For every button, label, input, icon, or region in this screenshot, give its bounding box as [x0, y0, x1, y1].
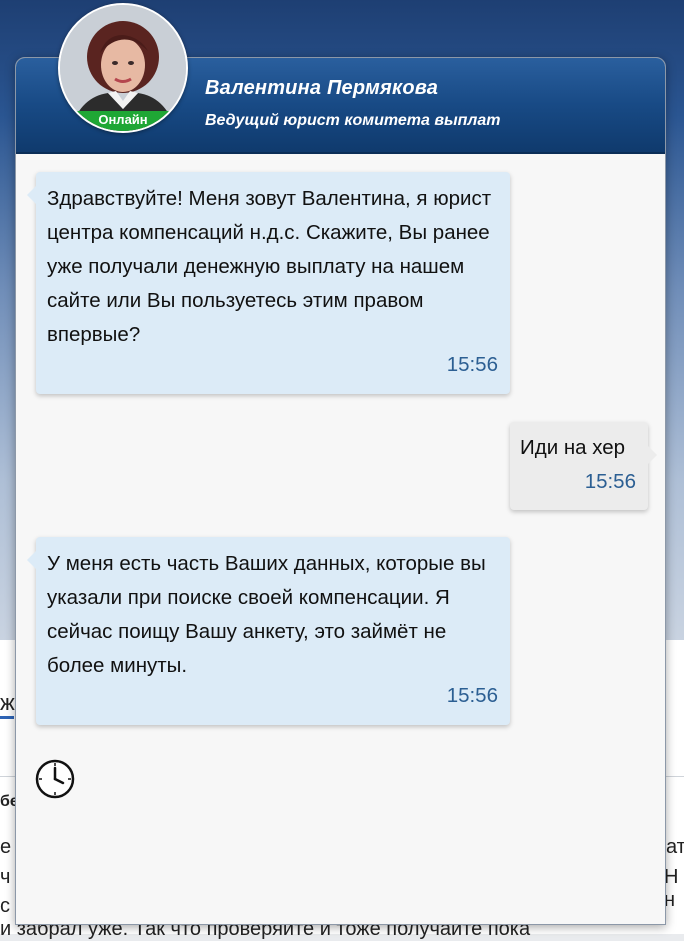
message-timestamp: 15:56: [446, 684, 498, 707]
message-text: Здравствуйте! Меня зовут Валентина, я юр…: [47, 187, 492, 346]
background-tab-underline: [0, 716, 14, 719]
chat-window: Валентина Пермякова Ведущий юрист комите…: [15, 57, 666, 925]
message-incoming: У меня есть часть Ваших данных, которые …: [27, 537, 510, 725]
message-outgoing: Иди на хер 15:56: [510, 422, 657, 510]
bubble-tail: [648, 446, 657, 464]
message-text: У меня есть часть Ваших данных, которые …: [47, 552, 486, 677]
bubble-tail: [27, 551, 36, 569]
background-tab-fragment: ж: [0, 690, 15, 715]
background-text-fragment: Н н: [664, 866, 679, 911]
background-text-fragment: с: [0, 895, 10, 917]
avatar: Онлайн: [58, 3, 188, 133]
message-incoming: Здравствуйте! Меня зовут Валентина, я юр…: [27, 172, 510, 394]
agent-name: Валентина Пермякова: [205, 77, 439, 99]
background-text-fragment: ч: [0, 866, 11, 888]
online-status-badge: Онлайн: [60, 111, 186, 131]
message-timestamp: 15:56: [584, 470, 636, 493]
message-text: Иди на хер: [520, 436, 626, 459]
agent-role: Ведущий юрист комитета выплат: [205, 112, 501, 129]
bubble-tail: [27, 186, 36, 204]
message-timestamp: 15:56: [446, 353, 498, 376]
background-text-fragment: е: [0, 836, 12, 858]
clock-icon: [35, 759, 75, 799]
background-text-fragment: ат: [666, 836, 684, 858]
